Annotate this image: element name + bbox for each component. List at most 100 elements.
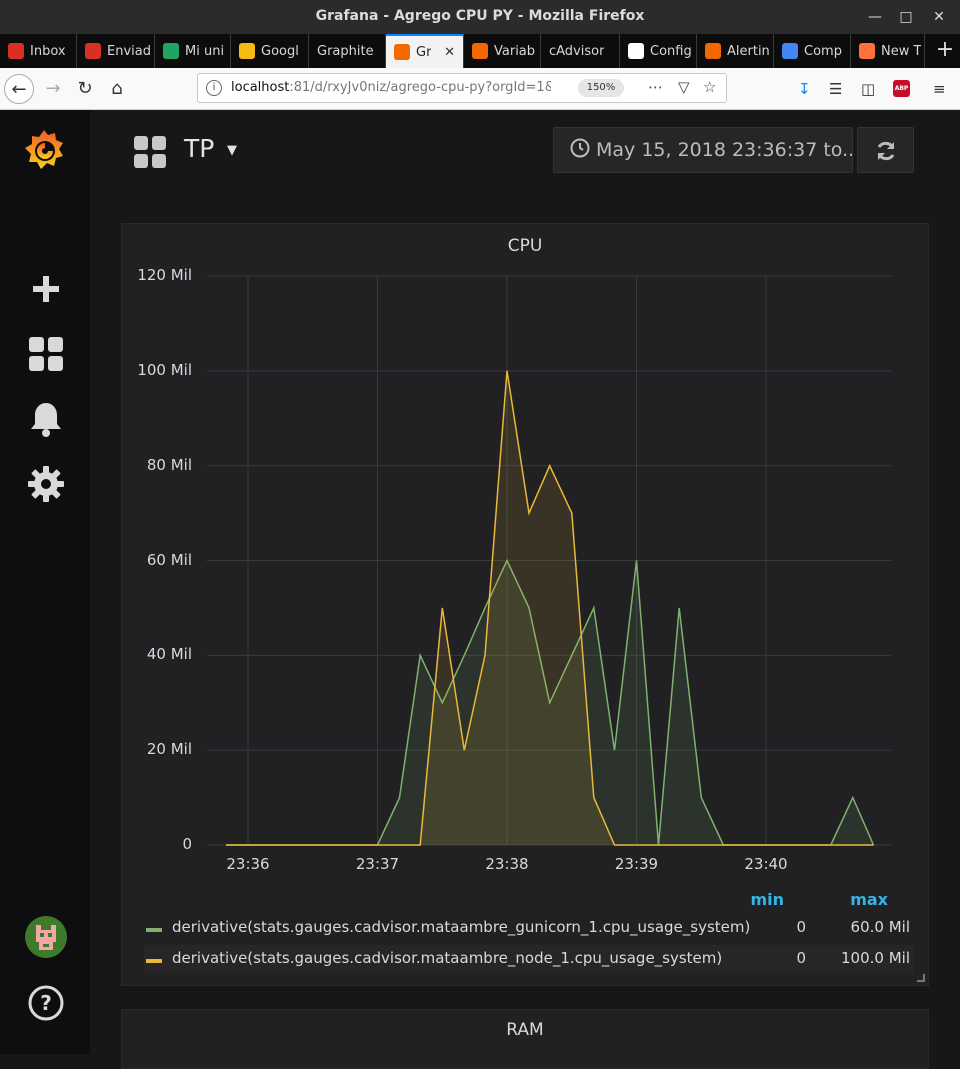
tab-label: New T bbox=[881, 43, 922, 59]
back-button[interactable]: ← bbox=[4, 74, 34, 104]
y-tick-label: 80 Mil bbox=[146, 455, 192, 474]
legend-min-header[interactable]: min bbox=[712, 890, 784, 909]
legend-max-value: 100.0 Mil bbox=[841, 949, 910, 967]
legend-row[interactable]: derivative(stats.gauges.cadvisor.mataamb… bbox=[144, 945, 914, 973]
tab-strip: + Inbox Enviad Mi uni Googl Graphite Gr ✕ Varia… bbox=[0, 34, 960, 68]
refresh-button[interactable] bbox=[857, 127, 914, 173]
x-tick-label: 23:37 bbox=[355, 855, 400, 873]
url-path: :81/d/rxyJv0niz/agrego-cpu-py?orgId=1&fr bbox=[289, 80, 551, 95]
browser-tab[interactable]: New T bbox=[851, 34, 925, 68]
refresh-icon bbox=[877, 141, 895, 161]
downloads-icon[interactable]: ↧ bbox=[798, 80, 811, 98]
grafana-sidemenu: ? bbox=[0, 110, 90, 1054]
gmail-icon bbox=[8, 43, 24, 59]
legend-min-value: 0 bbox=[796, 949, 806, 967]
cpu-graph-panel[interactable]: CPU min max derivative(stats.gauges.cadv… bbox=[121, 223, 929, 986]
gmail-icon bbox=[85, 43, 101, 59]
url-bar[interactable]: i localhost:81/d/rxyJv0niz/agrego-cpu-py… bbox=[197, 73, 727, 103]
reload-button[interactable]: ↻ bbox=[70, 74, 100, 104]
home-button[interactable]: ⌂ bbox=[102, 74, 132, 104]
url-text[interactable]: localhost:81/d/rxyJv0niz/agrego-cpu-py?o… bbox=[231, 80, 551, 95]
navigation-bar: ← → ↻ ⌂ i localhost:81/d/rxyJv0niz/agreg… bbox=[0, 68, 960, 110]
browser-tab[interactable]: Gr ✕ bbox=[386, 34, 464, 68]
y-tick-label: 40 Mil bbox=[146, 645, 192, 664]
legend-series-name[interactable]: derivative(stats.gauges.cadvisor.mataamb… bbox=[172, 918, 750, 936]
help-icon[interactable]: ? bbox=[25, 982, 67, 1024]
clock-icon bbox=[570, 138, 590, 158]
firefox-icon bbox=[859, 43, 875, 59]
page-actions-icon[interactable]: ⋯ bbox=[648, 78, 663, 96]
legend-color-swatch[interactable] bbox=[146, 959, 162, 963]
tab-label: Alertin bbox=[727, 43, 770, 59]
dashboard-main: TP ▼ May 15, 2018 23:36:37 to... CPU min… bbox=[90, 110, 960, 1069]
alerting-bell-icon[interactable] bbox=[25, 398, 67, 440]
y-tick-label: 100 Mil bbox=[137, 360, 192, 379]
grafana-icon bbox=[705, 43, 721, 59]
zoom-level-badge[interactable]: 150% bbox=[578, 79, 624, 97]
new-tab-button[interactable]: + bbox=[930, 34, 960, 68]
sidebar-toggle-icon[interactable]: ◫ bbox=[861, 80, 875, 98]
library-icon[interactable]: ☰ bbox=[829, 80, 842, 98]
browser-tab[interactable]: Googl bbox=[231, 34, 309, 68]
browser-tab[interactable]: Comp bbox=[774, 34, 851, 68]
browser-tab[interactable]: Mi uni bbox=[155, 34, 231, 68]
drive-icon bbox=[163, 43, 179, 59]
github-icon bbox=[628, 43, 644, 59]
legend-color-swatch[interactable] bbox=[146, 928, 162, 932]
legend-max-value: 60.0 Mil bbox=[850, 918, 910, 936]
chrome-icon bbox=[782, 43, 798, 59]
x-tick-label: 23:39 bbox=[614, 855, 659, 873]
browser-tab[interactable]: cAdvisor bbox=[541, 34, 620, 68]
dashboards-icon[interactable] bbox=[25, 333, 67, 375]
tab-label: cAdvisor bbox=[549, 43, 605, 59]
dashboard-title[interactable]: TP bbox=[184, 134, 214, 163]
minimize-icon[interactable]: — bbox=[866, 8, 884, 26]
grafana-icon bbox=[394, 44, 410, 60]
user-avatar[interactable] bbox=[25, 916, 67, 958]
site-info-icon[interactable]: i bbox=[206, 80, 222, 96]
legend-series-name[interactable]: derivative(stats.gauges.cadvisor.mataamb… bbox=[172, 949, 722, 967]
dashboard-grid-icon[interactable] bbox=[134, 136, 166, 168]
series-area-1 bbox=[226, 370, 874, 845]
tab-label: Inbox bbox=[30, 43, 66, 59]
url-host: localhost bbox=[231, 80, 290, 95]
grafana-icon bbox=[472, 43, 488, 59]
browser-tab[interactable]: Enviad bbox=[77, 34, 155, 68]
cpu-chart[interactable] bbox=[122, 224, 930, 874]
y-tick-label: 60 Mil bbox=[146, 550, 192, 569]
browser-tab[interactable]: Graphite bbox=[309, 34, 386, 68]
panel-title[interactable]: RAM bbox=[122, 1020, 928, 1040]
browser-tab[interactable]: Variab bbox=[464, 34, 541, 68]
ram-graph-panel[interactable]: RAM bbox=[121, 1009, 929, 1069]
tab-label: Config bbox=[650, 43, 692, 59]
tab-label: Variab bbox=[494, 43, 536, 59]
tab-label: Comp bbox=[804, 43, 842, 59]
window-title: Grafana - Agrego CPU PY - Mozilla Firefo… bbox=[315, 8, 645, 24]
close-window-icon[interactable]: ✕ bbox=[930, 8, 948, 26]
browser-tab[interactable]: Alertin bbox=[697, 34, 774, 68]
maximize-icon[interactable]: □ bbox=[897, 8, 915, 26]
legend-max-header[interactable]: max bbox=[794, 890, 888, 909]
time-range-picker[interactable]: May 15, 2018 23:36:37 to... bbox=[553, 127, 853, 173]
x-tick-label: 23:36 bbox=[226, 855, 270, 873]
legend-row[interactable]: derivative(stats.gauges.cadvisor.mataamb… bbox=[144, 914, 914, 942]
pocket-icon[interactable]: ▽ bbox=[678, 78, 690, 96]
create-plus-icon[interactable] bbox=[25, 268, 67, 310]
close-tab-icon[interactable]: ✕ bbox=[444, 45, 455, 60]
tab-label: Gr bbox=[416, 44, 432, 60]
grafana-logo-icon[interactable] bbox=[22, 126, 66, 174]
tab-label: Enviad bbox=[107, 43, 151, 59]
menu-icon[interactable]: ≡ bbox=[933, 80, 946, 98]
forward-button[interactable]: → bbox=[38, 74, 68, 104]
window-titlebar: Grafana - Agrego CPU PY - Mozilla Firefo… bbox=[0, 0, 960, 34]
browser-tab[interactable]: Inbox bbox=[0, 34, 77, 68]
x-tick-label: 23:38 bbox=[485, 855, 529, 873]
configuration-gear-icon[interactable] bbox=[25, 463, 67, 505]
tab-label: Graphite bbox=[317, 43, 374, 59]
caret-down-icon[interactable]: ▼ bbox=[227, 143, 237, 158]
bookmark-star-icon[interactable]: ☆ bbox=[703, 78, 716, 96]
browser-tab[interactable]: Config bbox=[620, 34, 697, 68]
panel-resize-handle[interactable] bbox=[917, 974, 925, 982]
time-range-text: May 15, 2018 23:36:37 to... bbox=[596, 139, 853, 161]
adblock-icon[interactable]: ABP bbox=[893, 80, 910, 97]
